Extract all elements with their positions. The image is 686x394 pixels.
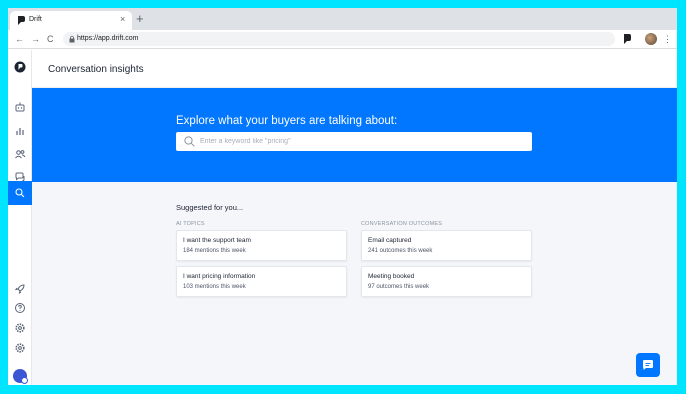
drift-extension-icon[interactable] <box>623 34 631 44</box>
user-avatar[interactable] <box>13 369 28 384</box>
reports-icon[interactable] <box>14 125 26 137</box>
settings-icon[interactable] <box>14 322 26 334</box>
topic-card[interactable]: I want the support team 184 mentions thi… <box>176 230 347 261</box>
back-button[interactable]: ← <box>15 33 24 45</box>
browser-tab[interactable]: Drift × <box>10 11 132 30</box>
outcome-card[interactable]: Meeting booked 97 outcomes this week <box>361 266 532 297</box>
ai-topics-label: AI TOPICS <box>176 221 205 227</box>
help-icon[interactable] <box>14 302 26 314</box>
card-title: Email captured <box>368 237 412 244</box>
settings-icon[interactable] <box>14 342 26 354</box>
reload-button[interactable]: C <box>47 33 54 45</box>
card-title: I want pricing information <box>183 273 256 280</box>
browser-menu-button[interactable]: ⋮ <box>663 33 672 45</box>
hero-heading: Explore what your buyers are talking abo… <box>176 115 398 127</box>
card-title: I want the support team <box>183 237 251 244</box>
card-subtitle: 241 outcomes this week <box>368 248 433 254</box>
page-header: Conversation insights <box>32 50 677 88</box>
keyword-search-input[interactable] <box>200 132 520 151</box>
lock-icon <box>69 35 75 43</box>
drift-logo-icon[interactable] <box>14 61 26 73</box>
bot-icon[interactable] <box>14 101 26 113</box>
app-sidebar <box>8 50 32 385</box>
browser-window: Drift × + ← → C https://app.drift.com ⋮ <box>8 8 677 385</box>
sidebar-item-insights[interactable] <box>8 181 32 205</box>
url-text: https://app.drift.com <box>77 35 139 42</box>
search-icon <box>184 136 195 147</box>
card-subtitle: 184 mentions this week <box>183 248 246 254</box>
browser-toolbar: ← → C https://app.drift.com ⋮ <box>8 30 677 49</box>
chat-launcher-button[interactable] <box>636 353 660 377</box>
tab-close-button[interactable]: × <box>120 14 125 25</box>
search-box[interactable] <box>176 132 532 151</box>
forward-button[interactable]: → <box>31 33 40 45</box>
card-subtitle: 103 mentions this week <box>183 284 246 290</box>
address-bar[interactable]: https://app.drift.com <box>63 32 615 46</box>
search-icon <box>15 188 25 198</box>
suggested-title: Suggested for you... <box>176 203 244 212</box>
search-hero: Explore what your buyers are talking abo… <box>32 88 677 182</box>
outcomes-label: CONVERSATION OUTCOMES <box>361 221 443 227</box>
new-tab-button[interactable]: + <box>136 12 144 26</box>
profile-avatar[interactable] <box>645 33 657 45</box>
tab-strip: Drift × + <box>8 8 677 30</box>
tab-title: Drift <box>29 16 42 23</box>
card-subtitle: 97 outcomes this week <box>368 284 430 290</box>
drift-logo-icon <box>18 16 25 25</box>
outcome-card[interactable]: Email captured 241 outcomes this week <box>361 230 532 261</box>
card-title: Meeting booked <box>368 273 415 280</box>
page-title: Conversation insights <box>48 64 144 75</box>
contacts-icon[interactable] <box>14 148 26 160</box>
rocket-icon[interactable] <box>14 283 26 295</box>
topic-card[interactable]: I want pricing information 103 mentions … <box>176 266 347 297</box>
chat-bubble-icon <box>643 360 653 370</box>
main-content: Conversation insights Explore what your … <box>32 50 677 385</box>
